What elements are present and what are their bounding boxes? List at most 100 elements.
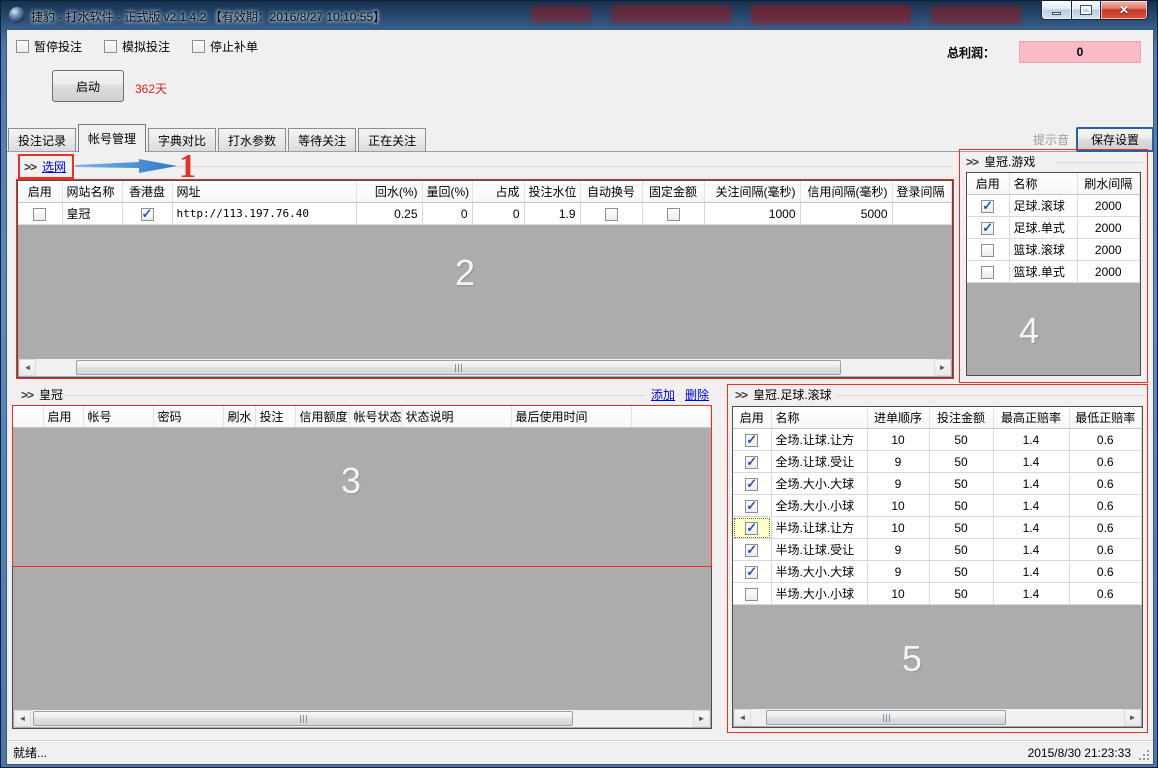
col-header-level[interactable]: 投注水位 (524, 181, 580, 203)
game-interval-cell[interactable]: 2000 (1077, 195, 1140, 217)
col-header-brush[interactable]: 刷水 (223, 406, 255, 428)
odds-enable-checkbox[interactable] (745, 544, 758, 557)
game-enable-checkbox[interactable] (981, 266, 994, 279)
game-name-cell[interactable]: 足球.单式 (1009, 217, 1077, 239)
tab-watching[interactable]: 正在关注 (358, 128, 426, 152)
odds-min-cell[interactable]: 0.6 (1069, 429, 1142, 451)
sites-horizontal-scrollbar[interactable]: ◄ ► (19, 359, 951, 376)
scrollbar-thumb[interactable] (766, 710, 1006, 725)
scrollbar-track[interactable] (36, 359, 934, 376)
odds-order-cell[interactable]: 10 (867, 517, 929, 539)
col-header-autoswitch[interactable]: 自动换号 (580, 181, 642, 203)
odds-enable-checkbox[interactable] (745, 566, 758, 579)
odds-max-cell[interactable]: 1.4 (993, 429, 1069, 451)
odds-min-cell[interactable]: 0.6 (1069, 561, 1142, 583)
odds-order-cell[interactable]: 10 (867, 495, 929, 517)
scroll-right-arrow-icon[interactable]: ► (1124, 709, 1141, 726)
odds-min-cell[interactable]: 0.6 (1069, 451, 1142, 473)
tab-account-management[interactable]: 帐号管理 (78, 124, 146, 152)
add-account-link[interactable]: 添加 (651, 386, 675, 403)
odds-row[interactable]: 全场.让球.受让 9 50 1.4 0.6 (733, 451, 1142, 473)
site-vol-cell[interactable]: 0 (422, 203, 472, 225)
delete-account-link[interactable]: 删除 (685, 386, 709, 403)
site-enable-checkbox[interactable] (33, 208, 46, 221)
col-header-name[interactable]: 名称 (1009, 173, 1077, 195)
col-header-login-interval[interactable]: 登录间隔 (892, 181, 952, 203)
odds-row[interactable]: 全场.大小.大球 9 50 1.4 0.6 (733, 473, 1142, 495)
game-enable-checkbox[interactable] (981, 200, 994, 213)
odds-max-cell[interactable]: 1.4 (993, 539, 1069, 561)
scrollbar-thumb[interactable] (76, 360, 841, 375)
col-header-site[interactable]: 网站名称 (62, 181, 122, 203)
odds-amount-cell[interactable]: 50 (929, 451, 993, 473)
odds-order-cell[interactable]: 9 (867, 473, 929, 495)
accounts-horizontal-scrollbar[interactable]: ◄ ► (14, 710, 710, 727)
col-header-lastused[interactable]: 最后使用时间 (511, 406, 631, 428)
maximize-button[interactable] (1072, 1, 1101, 20)
odds-enable-checkbox[interactable] (745, 500, 758, 513)
odds-name-cell[interactable]: 全场.让球.受让 (771, 451, 867, 473)
sim-bet-checkbox[interactable]: 模拟投注 (104, 38, 170, 55)
odds-min-cell[interactable]: 0.6 (1069, 473, 1142, 495)
odds-min-cell[interactable]: 0.6 (1069, 495, 1142, 517)
game-row[interactable]: 足球.单式 2000 (967, 217, 1140, 239)
scroll-left-arrow-icon[interactable]: ◄ (14, 710, 31, 727)
col-header-max-odds[interactable]: 最高正赔率 (993, 407, 1069, 429)
odds-order-cell[interactable]: 10 (867, 583, 929, 605)
odds-amount-cell[interactable]: 50 (929, 473, 993, 495)
col-header-interval[interactable]: 刷水间隔 (1077, 173, 1140, 195)
tab-waiting-watch[interactable]: 等待关注 (288, 128, 356, 152)
game-name-cell[interactable]: 篮球.单式 (1009, 261, 1077, 283)
col-header-account[interactable]: 帐号 (83, 406, 153, 428)
site-url-cell[interactable]: http://113.197.76.40 (172, 203, 356, 225)
odds-row[interactable]: 全场.让球.让方 10 50 1.4 0.6 (733, 429, 1142, 451)
scrollbar-track[interactable] (751, 709, 1124, 726)
site-fixed-checkbox[interactable] (667, 208, 680, 221)
game-enable-checkbox[interactable] (981, 244, 994, 257)
scroll-right-arrow-icon[interactable]: ► (934, 359, 951, 376)
site-watch-interval-cell[interactable]: 1000 (704, 203, 800, 225)
odds-enable-checkbox[interactable] (745, 588, 758, 601)
odds-max-cell[interactable]: 1.4 (993, 451, 1069, 473)
sound-button[interactable]: 提示音 (1033, 131, 1069, 148)
odds-order-cell[interactable]: 10 (867, 429, 929, 451)
odds-name-cell[interactable]: 半场.大小.小球 (771, 583, 867, 605)
odds-name-cell[interactable]: 半场.大小.大球 (771, 561, 867, 583)
game-name-cell[interactable]: 篮球.滚球 (1009, 239, 1077, 261)
col-header-credit-interval[interactable]: 信用间隔(毫秒) (800, 181, 892, 203)
close-button[interactable]: ✕ (1101, 1, 1148, 20)
odds-min-cell[interactable]: 0.6 (1069, 517, 1142, 539)
site-name-cell[interactable]: 皇冠 (62, 203, 122, 225)
odds-enable-checkbox[interactable] (745, 456, 758, 469)
col-header-order[interactable]: 进单顺序 (867, 407, 929, 429)
col-header-enable[interactable]: 启用 (43, 406, 83, 428)
col-header-desc[interactable]: 状态说明 (401, 406, 511, 428)
odds-amount-cell[interactable]: 50 (929, 561, 993, 583)
col-header-hk[interactable]: 香港盘 (122, 181, 172, 203)
select-net-link[interactable]: 选网 (42, 158, 66, 175)
col-header-share[interactable]: 占成 (472, 181, 524, 203)
odds-order-cell[interactable]: 9 (867, 561, 929, 583)
odds-min-cell[interactable]: 0.6 (1069, 539, 1142, 561)
odds-row[interactable]: 半场.让球.受让 9 50 1.4 0.6 (733, 539, 1142, 561)
odds-horizontal-scrollbar[interactable]: ◄ ► (734, 709, 1141, 726)
site-row[interactable]: 皇冠 http://113.197.76.40 0.25 0 0 1.9 100… (18, 203, 952, 225)
odds-enable-checkbox[interactable] (745, 522, 758, 535)
odds-enable-checkbox[interactable] (745, 478, 758, 491)
odds-max-cell[interactable]: 1.4 (993, 517, 1069, 539)
col-header-status[interactable]: 帐号状态 (349, 406, 401, 428)
col-header-bet[interactable]: 投注 (255, 406, 295, 428)
odds-name-cell[interactable]: 全场.大小.大球 (771, 473, 867, 495)
odds-order-cell[interactable]: 9 (867, 539, 929, 561)
site-level-cell[interactable]: 1.9 (524, 203, 580, 225)
col-header-amount[interactable]: 投注金额 (929, 407, 993, 429)
odds-name-cell[interactable]: 半场.让球.受让 (771, 539, 867, 561)
odds-min-cell[interactable]: 0.6 (1069, 583, 1142, 605)
col-header-watch-interval[interactable]: 关注间隔(毫秒) (704, 181, 800, 203)
odds-max-cell[interactable]: 1.4 (993, 495, 1069, 517)
game-interval-cell[interactable]: 2000 (1077, 239, 1140, 261)
scroll-right-arrow-icon[interactable]: ► (693, 710, 710, 727)
site-credit-interval-cell[interactable]: 5000 (800, 203, 892, 225)
odds-max-cell[interactable]: 1.4 (993, 473, 1069, 495)
site-autoswitch-checkbox[interactable] (605, 208, 618, 221)
